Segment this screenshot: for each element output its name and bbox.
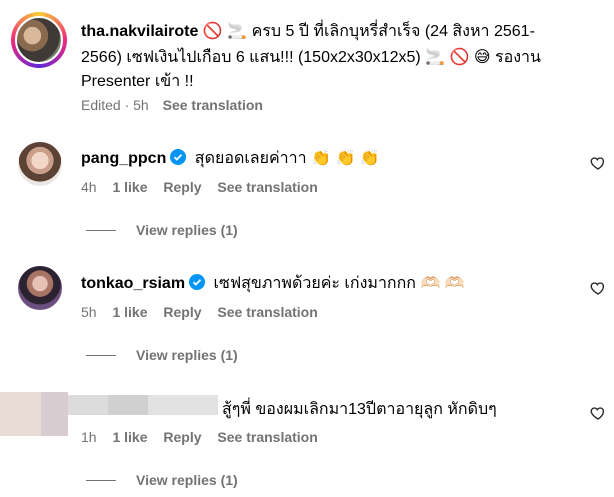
post-timestamp: Edited · 5h <box>81 97 149 113</box>
post-meta: Edited · 5h See translation <box>81 97 263 113</box>
post-caption-line3: Presenter เข้า !! <box>81 73 194 90</box>
comment-1: pang_ppcn สุดยอดเลยค่าาา 👏 👏 👏 <box>81 146 380 171</box>
comment-username[interactable]: tonkao_rsiam <box>81 275 185 292</box>
heart-icon[interactable] <box>590 405 606 421</box>
verified-badge-icon <box>189 274 206 290</box>
see-translation-link[interactable]: See translation <box>217 429 317 445</box>
redacted-username <box>148 395 218 415</box>
comment-text: สู้ๆพี่ ของผมเลิกมา13ปีตาอายุลูก หักดิบๆ <box>222 401 497 418</box>
post-caption-line2: 2566) เซฟเงินไปเกือบ 6 แสน!!! (150x2x30x… <box>81 49 541 66</box>
see-translation-link[interactable]: See translation <box>217 304 317 320</box>
comment-2: tonkao_rsiam เซฟสุขภาพด้วยค่ะ เก่งมากกก … <box>81 271 465 296</box>
replies-divider <box>86 480 116 481</box>
comment-time: 4h <box>81 179 97 195</box>
reply-button[interactable]: Reply <box>163 304 201 320</box>
comment-likes[interactable]: 1 like <box>112 429 147 445</box>
view-replies-button[interactable]: View replies (1) <box>136 472 238 488</box>
post-author-username[interactable]: tha.nakvilairote <box>81 23 198 40</box>
comment-username[interactable]: pang_ppcn <box>81 150 166 167</box>
view-replies-button[interactable]: View replies (1) <box>136 347 238 363</box>
post-caption-part1: 🚫 🚬 ครบ 5 ปี ที่เลิกบุหรี่สำเร็จ (24 สิง… <box>202 23 535 40</box>
commenter-avatar[interactable] <box>18 266 62 310</box>
comment-likes[interactable]: 1 like <box>112 304 147 320</box>
verified-badge-icon <box>170 149 187 165</box>
post-author-avatar[interactable] <box>11 12 67 68</box>
comment-time: 1h <box>81 429 97 445</box>
reply-button[interactable]: Reply <box>163 429 201 445</box>
redacted-username <box>108 395 148 415</box>
see-translation-link[interactable]: See translation <box>217 179 317 195</box>
replies-divider <box>86 355 116 356</box>
comment-likes[interactable]: 1 like <box>112 179 147 195</box>
comment-meta: 5h 1 like Reply See translation <box>81 304 318 320</box>
heart-icon[interactable] <box>590 155 606 171</box>
reply-button[interactable]: Reply <box>163 179 201 195</box>
replies-divider <box>86 230 116 231</box>
comment-meta: 4h 1 like Reply See translation <box>81 179 318 195</box>
comment-text: สุดยอดเลยค่าาา 👏 👏 👏 <box>194 150 380 167</box>
post-caption-line1: tha.nakvilairote 🚫 🚬 ครบ 5 ปี ที่เลิกบุห… <box>81 19 535 44</box>
comment-meta: 1h 1 like Reply See translation <box>81 429 318 445</box>
see-translation-link[interactable]: See translation <box>163 97 263 113</box>
view-replies-button[interactable]: View replies (1) <box>136 222 238 238</box>
comment-time: 5h <box>81 304 97 320</box>
commenter-avatar[interactable] <box>18 142 62 186</box>
comment-text: เซฟสุขภาพด้วยค่ะ เก่งมากกก 🫶🏻 🫶🏻 <box>213 275 465 292</box>
commenter-avatar[interactable] <box>0 392 68 436</box>
heart-icon[interactable] <box>590 280 606 296</box>
redacted-username <box>68 395 108 415</box>
